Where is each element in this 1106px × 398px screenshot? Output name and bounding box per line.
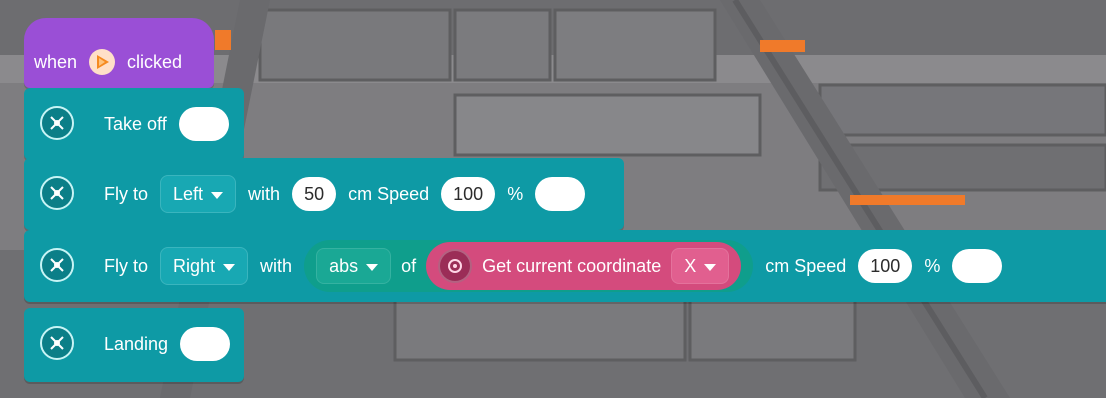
fly-left-extra-input[interactable]: [535, 177, 586, 211]
axis-value: X: [684, 255, 697, 276]
coordinate-icon: [438, 249, 473, 283]
hat-clicked-label: clicked: [127, 51, 183, 72]
direction-dropdown[interactable]: Right: [160, 247, 249, 285]
get-coordinate-label: Get current coordinate: [482, 255, 662, 276]
speed-input[interactable]: 100: [441, 177, 496, 211]
scratch-workspace: when clicked Take off Fly to Left with 5…: [0, 0, 1106, 398]
with-label: with: [248, 183, 281, 204]
abs-of-reporter[interactable]: abs of Get current coordinate X: [304, 240, 754, 292]
direction-value: Left: [173, 183, 204, 204]
hat-row: when clicked: [34, 44, 182, 80]
chevron-down-icon: [366, 263, 379, 271]
landing-row: Landing: [104, 326, 231, 362]
of-label: of: [401, 255, 417, 276]
fly-to-label: Fly to: [104, 255, 149, 276]
direction-dropdown[interactable]: Left: [160, 175, 237, 213]
direction-value: Right: [173, 255, 216, 276]
get-current-coordinate-reporter[interactable]: Get current coordinate X: [426, 242, 742, 290]
landing-block[interactable]: Landing: [24, 308, 244, 382]
landing-input[interactable]: [180, 327, 231, 361]
take-off-block[interactable]: Take off: [24, 88, 244, 160]
when-flag-clicked-hat-block[interactable]: when clicked: [24, 18, 214, 88]
axis-dropdown[interactable]: X: [671, 248, 730, 284]
drone-icon: [40, 176, 74, 210]
landing-label: Landing: [104, 333, 169, 354]
distance-input[interactable]: 50: [292, 177, 337, 211]
fly-right-row: Fly to Right with abs of Get current coo…: [104, 240, 1003, 292]
chevron-down-icon: [223, 263, 236, 271]
fly-left-row: Fly to Left with 50 cm Speed 100 %: [104, 175, 586, 213]
take-off-input[interactable]: [178, 107, 229, 141]
take-off-label: Take off: [104, 113, 167, 134]
chevron-down-icon: [704, 263, 717, 271]
drone-icon: [40, 106, 74, 140]
percent-label: %: [924, 255, 941, 276]
cm-speed-label: cm Speed: [348, 183, 430, 204]
take-off-row: Take off: [104, 106, 229, 142]
fly-to-label: Fly to: [104, 183, 149, 204]
with-label: with: [260, 255, 293, 276]
drone-icon: [40, 326, 74, 360]
play-flag-icon: [89, 49, 116, 75]
function-value: abs: [329, 255, 359, 276]
speed-input[interactable]: 100: [858, 249, 913, 283]
drone-icon: [40, 248, 74, 282]
function-dropdown[interactable]: abs: [316, 248, 392, 284]
fly-to-left-block[interactable]: Fly to Left with 50 cm Speed 100 %: [24, 158, 624, 230]
fly-to-right-block[interactable]: Fly to Right with abs of Get current coo…: [24, 230, 1106, 302]
play-icon: [97, 55, 110, 69]
fly-right-extra-input[interactable]: [952, 249, 1003, 283]
chevron-down-icon: [211, 191, 224, 199]
hat-when-label: when: [34, 51, 78, 72]
percent-label: %: [507, 183, 524, 204]
cm-speed-label: cm Speed: [765, 255, 847, 276]
